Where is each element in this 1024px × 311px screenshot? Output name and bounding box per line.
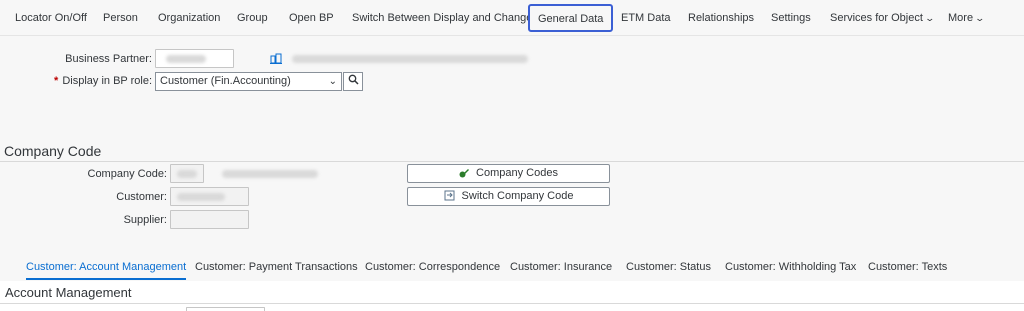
partial-field[interactable] <box>186 307 265 311</box>
bp-role-value: Customer (Fin.Accounting) <box>160 75 291 87</box>
services-for-object-menu[interactable]: Services for Object⌄ <box>830 0 935 36</box>
etm-data-button[interactable]: ETM Data <box>621 0 671 36</box>
locator-toggle-button[interactable]: Locator On/Off <box>15 0 87 36</box>
redacted-company-name <box>222 170 318 178</box>
company-code-section-title: Company Code <box>4 143 102 159</box>
chevron-down-icon: ⌄ <box>974 13 986 23</box>
redacted-value <box>166 55 206 63</box>
company-codes-button[interactable]: Company Codes <box>407 164 610 183</box>
chevron-down-icon: ⌄ <box>328 76 337 87</box>
redacted-bp-description <box>292 55 528 63</box>
tab-account-management[interactable]: Customer: Account Management <box>26 254 187 280</box>
tab-insurance[interactable]: Customer: Insurance <box>510 254 612 280</box>
person-button[interactable]: Person <box>103 0 138 36</box>
account-management-panel: Account Management <box>0 281 1024 311</box>
switch-icon <box>444 190 455 201</box>
more-label: More <box>948 12 974 24</box>
company-code-label: Company Code: <box>87 168 168 180</box>
redacted-value <box>177 193 225 201</box>
open-bp-button[interactable]: Open BP <box>289 0 334 36</box>
supplier-label: Supplier: <box>123 214 167 226</box>
company-code-field[interactable] <box>170 164 204 183</box>
more-menu[interactable]: More⌄ <box>948 0 986 36</box>
chevron-down-icon: ⌄ <box>924 13 935 23</box>
bp-role-label: * Display in BP role: <box>54 75 152 87</box>
business-partner-label: Business Partner: <box>65 53 152 65</box>
tab-withholding-tax[interactable]: Customer: Withholding Tax <box>725 254 856 280</box>
tab-texts[interactable]: Customer: Texts <box>868 254 947 280</box>
organization-button[interactable]: Organization <box>158 0 220 36</box>
tab-payment-transactions[interactable]: Customer: Payment Transactions <box>195 254 358 280</box>
divider <box>0 161 1024 162</box>
relationships-button[interactable]: Relationships <box>688 0 754 36</box>
tab-status[interactable]: Customer: Status <box>626 254 711 280</box>
required-marker: * <box>54 75 59 87</box>
supplier-field[interactable] <box>170 210 249 229</box>
settings-button[interactable]: Settings <box>771 0 811 36</box>
search-icon <box>348 74 359 85</box>
bp-role-select[interactable]: Customer (Fin.Accounting) ⌄ <box>155 72 342 91</box>
company-codes-icon <box>459 169 470 178</box>
role-value-help-button[interactable] <box>343 72 363 91</box>
group-button[interactable]: Group <box>237 0 268 36</box>
toolbar: Locator On/Off Person Organization Group… <box>0 0 1024 36</box>
general-data-button[interactable]: General Data <box>528 4 614 32</box>
customer-field[interactable] <box>170 187 249 206</box>
redacted-value <box>177 170 197 178</box>
business-partner-field[interactable] <box>155 49 234 68</box>
switch-company-code-button[interactable]: Switch Company Code <box>407 187 610 206</box>
divider <box>0 303 1024 304</box>
customer-label: Customer: <box>116 191 167 203</box>
bp-type-icon <box>270 53 282 67</box>
services-for-object-label: Services for Object <box>830 12 923 24</box>
account-management-title: Account Management <box>5 285 132 300</box>
switch-display-change-button[interactable]: Switch Between Display and Change <box>352 0 532 36</box>
tab-correspondence[interactable]: Customer: Correspondence <box>365 254 500 280</box>
